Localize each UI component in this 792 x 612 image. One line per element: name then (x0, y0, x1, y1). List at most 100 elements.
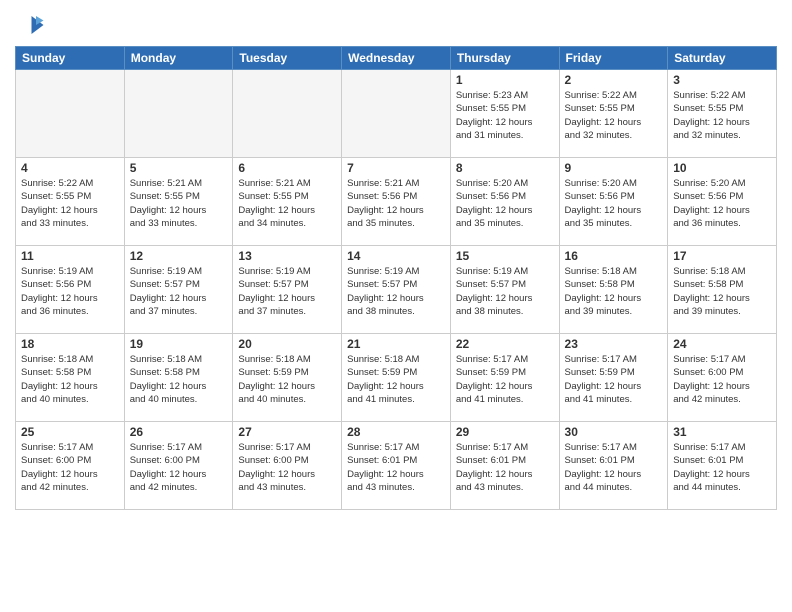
calendar-day-cell: 23 Sunrise: 5:17 AM Sunset: 5:59 PM Dayli… (559, 334, 668, 422)
day-info: Sunrise: 5:22 AM Sunset: 5:55 PM Dayligh… (21, 177, 119, 230)
calendar-day-cell (233, 70, 342, 158)
day-number: 9 (565, 161, 663, 175)
calendar-day-cell: 9 Sunrise: 5:20 AM Sunset: 5:56 PM Daylig… (559, 158, 668, 246)
logo (15, 10, 49, 40)
calendar-day-cell: 16Sunrise: 5:18 AM Sunset: 5:58 PM Dayli… (559, 246, 668, 334)
day-info: Sunrise: 5:21 AM Sunset: 5:56 PM Dayligh… (347, 177, 445, 230)
calendar-day-cell: 8 Sunrise: 5:20 AM Sunset: 5:56 PM Daylig… (450, 158, 559, 246)
calendar-day-cell: 3 Sunrise: 5:22 AM Sunset: 5:55 PM Daylig… (668, 70, 777, 158)
calendar-day-cell: 1 Sunrise: 5:23 AM Sunset: 5:55 PM Daylig… (450, 70, 559, 158)
day-number: 19 (130, 337, 228, 351)
day-number: 21 (347, 337, 445, 351)
day-number: 20 (238, 337, 336, 351)
weekday-header: Sunday (16, 47, 125, 70)
calendar-table: SundayMondayTuesdayWednesdayThursdayFrid… (15, 46, 777, 510)
day-info: Sunrise: 5:17 AM Sunset: 6:00 PM Dayligh… (673, 353, 771, 406)
day-info: Sunrise: 5:20 AM Sunset: 5:56 PM Dayligh… (565, 177, 663, 230)
day-number: 5 (130, 161, 228, 175)
day-number: 10 (673, 161, 771, 175)
day-info: Sunrise: 5:17 AM Sunset: 6:01 PM Dayligh… (347, 441, 445, 494)
day-number: 3 (673, 73, 771, 87)
calendar-body: 1 Sunrise: 5:23 AM Sunset: 5:55 PM Daylig… (16, 70, 777, 510)
page-container: SundayMondayTuesdayWednesdayThursdayFrid… (0, 0, 792, 612)
day-number: 8 (456, 161, 554, 175)
day-number: 22 (456, 337, 554, 351)
calendar-day-cell: 26Sunrise: 5:17 AM Sunset: 6:00 PM Dayli… (124, 422, 233, 510)
day-info: Sunrise: 5:20 AM Sunset: 5:56 PM Dayligh… (456, 177, 554, 230)
calendar-week-row: 1 Sunrise: 5:23 AM Sunset: 5:55 PM Daylig… (16, 70, 777, 158)
calendar-week-row: 11 Sunrise: 5:19 AM Sunset: 5:56 PM Dayli… (16, 246, 777, 334)
day-info: Sunrise: 5:19 AM Sunset: 5:57 PM Dayligh… (347, 265, 445, 318)
day-info: Sunrise: 5:18 AM Sunset: 5:58 PM Dayligh… (673, 265, 771, 318)
day-info: Sunrise: 5:23 AM Sunset: 5:55 PM Dayligh… (456, 89, 554, 142)
calendar-day-cell: 5 Sunrise: 5:21 AM Sunset: 5:55 PM Daylig… (124, 158, 233, 246)
day-number: 18 (21, 337, 119, 351)
calendar-day-cell: 2 Sunrise: 5:22 AM Sunset: 5:55 PM Daylig… (559, 70, 668, 158)
day-info: Sunrise: 5:18 AM Sunset: 5:58 PM Dayligh… (130, 353, 228, 406)
day-number: 28 (347, 425, 445, 439)
calendar-day-cell: 4 Sunrise: 5:22 AM Sunset: 5:55 PM Daylig… (16, 158, 125, 246)
calendar-day-cell: 27 Sunrise: 5:17 AM Sunset: 6:00 PM Dayli… (233, 422, 342, 510)
day-info: Sunrise: 5:19 AM Sunset: 5:56 PM Dayligh… (21, 265, 119, 318)
weekday-header: Saturday (668, 47, 777, 70)
calendar-day-cell: 10 Sunrise: 5:20 AM Sunset: 5:56 PM Dayli… (668, 158, 777, 246)
calendar-day-cell: 29 Sunrise: 5:17 AM Sunset: 6:01 PM Dayli… (450, 422, 559, 510)
calendar-day-cell: 15Sunrise: 5:19 AM Sunset: 5:57 PM Dayli… (450, 246, 559, 334)
calendar-day-cell: 24 Sunrise: 5:17 AM Sunset: 6:00 PM Dayli… (668, 334, 777, 422)
day-number: 15 (456, 249, 554, 263)
calendar-day-cell: 22Sunrise: 5:17 AM Sunset: 5:59 PM Dayli… (450, 334, 559, 422)
day-info: Sunrise: 5:22 AM Sunset: 5:55 PM Dayligh… (673, 89, 771, 142)
day-info: Sunrise: 5:17 AM Sunset: 6:00 PM Dayligh… (130, 441, 228, 494)
day-number: 11 (21, 249, 119, 263)
calendar-week-row: 4 Sunrise: 5:22 AM Sunset: 5:55 PM Daylig… (16, 158, 777, 246)
calendar-day-cell: 7 Sunrise: 5:21 AM Sunset: 5:56 PM Daylig… (342, 158, 451, 246)
calendar-day-cell (342, 70, 451, 158)
day-info: Sunrise: 5:18 AM Sunset: 5:59 PM Dayligh… (347, 353, 445, 406)
weekday-header: Monday (124, 47, 233, 70)
day-info: Sunrise: 5:17 AM Sunset: 6:01 PM Dayligh… (456, 441, 554, 494)
calendar-week-row: 18 Sunrise: 5:18 AM Sunset: 5:58 PM Dayli… (16, 334, 777, 422)
calendar-day-cell: 11 Sunrise: 5:19 AM Sunset: 5:56 PM Dayli… (16, 246, 125, 334)
header (15, 10, 777, 40)
day-number: 4 (21, 161, 119, 175)
calendar-header: SundayMondayTuesdayWednesdayThursdayFrid… (16, 47, 777, 70)
day-number: 25 (21, 425, 119, 439)
calendar-day-cell: 31Sunrise: 5:17 AM Sunset: 6:01 PM Dayli… (668, 422, 777, 510)
logo-icon (15, 10, 45, 40)
day-info: Sunrise: 5:19 AM Sunset: 5:57 PM Dayligh… (130, 265, 228, 318)
day-info: Sunrise: 5:18 AM Sunset: 5:58 PM Dayligh… (21, 353, 119, 406)
weekday-header: Thursday (450, 47, 559, 70)
day-info: Sunrise: 5:17 AM Sunset: 6:00 PM Dayligh… (238, 441, 336, 494)
day-info: Sunrise: 5:21 AM Sunset: 5:55 PM Dayligh… (238, 177, 336, 230)
weekday-header: Tuesday (233, 47, 342, 70)
calendar-day-cell: 13Sunrise: 5:19 AM Sunset: 5:57 PM Dayli… (233, 246, 342, 334)
calendar-day-cell (124, 70, 233, 158)
day-number: 12 (130, 249, 228, 263)
weekday-header: Wednesday (342, 47, 451, 70)
day-number: 23 (565, 337, 663, 351)
calendar-day-cell: 17Sunrise: 5:18 AM Sunset: 5:58 PM Dayli… (668, 246, 777, 334)
day-info: Sunrise: 5:17 AM Sunset: 5:59 PM Dayligh… (565, 353, 663, 406)
day-info: Sunrise: 5:21 AM Sunset: 5:55 PM Dayligh… (130, 177, 228, 230)
day-number: 24 (673, 337, 771, 351)
day-number: 1 (456, 73, 554, 87)
day-number: 27 (238, 425, 336, 439)
day-number: 2 (565, 73, 663, 87)
day-number: 13 (238, 249, 336, 263)
day-number: 14 (347, 249, 445, 263)
calendar-day-cell (16, 70, 125, 158)
calendar-day-cell: 20 Sunrise: 5:18 AM Sunset: 5:59 PM Dayli… (233, 334, 342, 422)
day-number: 30 (565, 425, 663, 439)
day-info: Sunrise: 5:17 AM Sunset: 6:01 PM Dayligh… (673, 441, 771, 494)
day-info: Sunrise: 5:18 AM Sunset: 5:59 PM Dayligh… (238, 353, 336, 406)
day-number: 7 (347, 161, 445, 175)
day-info: Sunrise: 5:22 AM Sunset: 5:55 PM Dayligh… (565, 89, 663, 142)
calendar-day-cell: 28 Sunrise: 5:17 AM Sunset: 6:01 PM Dayli… (342, 422, 451, 510)
calendar-day-cell: 6 Sunrise: 5:21 AM Sunset: 5:55 PM Daylig… (233, 158, 342, 246)
day-info: Sunrise: 5:20 AM Sunset: 5:56 PM Dayligh… (673, 177, 771, 230)
calendar-week-row: 25 Sunrise: 5:17 AM Sunset: 6:00 PM Dayli… (16, 422, 777, 510)
weekday-header: Friday (559, 47, 668, 70)
day-number: 29 (456, 425, 554, 439)
day-number: 16 (565, 249, 663, 263)
day-number: 6 (238, 161, 336, 175)
